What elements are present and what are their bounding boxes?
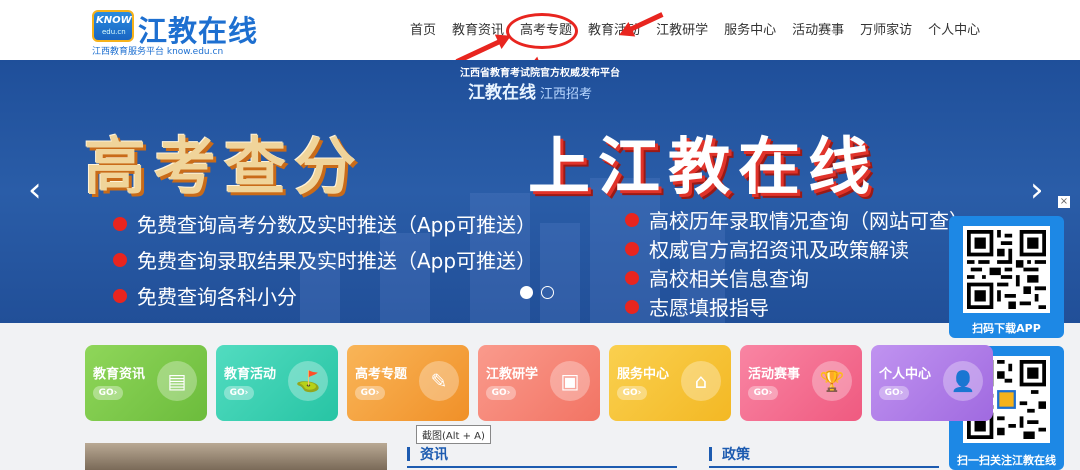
qr-code-app-icon (963, 226, 1050, 313)
section-news-label: 资讯 (420, 447, 448, 463)
section-news-title[interactable]: 资讯 (407, 444, 448, 464)
go-button[interactable]: GO› (748, 386, 778, 400)
nav-service-center[interactable]: 服务中心 (716, 20, 784, 42)
main-nav: 首页 教育资讯 高考专题 教育活动 江教研学 服务中心 活动赛事 万师家访 个人… (402, 20, 988, 42)
site-logo[interactable]: KNOW edu.cn 江教在线 江西教育服务平台 know.edu.cn (92, 10, 262, 57)
bullet-dot-icon (113, 216, 127, 231)
nav-study-tour[interactable]: 江教研学 (648, 20, 716, 42)
go-button[interactable]: GO› (93, 386, 123, 400)
nav-personal-center[interactable]: 个人中心 (920, 20, 988, 42)
section-policy-title[interactable]: 政策 (709, 444, 750, 464)
banner-top-line: 江西省教育考试院官方权威发布平台 (460, 68, 620, 79)
bullet-text: 高校相关信息查询 (649, 267, 809, 291)
logo-subtitle: 江西教育服务平台 know.edu.cn (92, 47, 224, 57)
bullet-text: 免费查询录取结果及实时推送（App可推送） (137, 249, 537, 273)
carousel-dot-2[interactable] (541, 286, 554, 299)
screenshot-tooltip: 截图(Alt + A) (416, 425, 491, 444)
bullet-item: 免费查询录取结果及实时推送（App可推送） (113, 245, 536, 274)
tile-personal-center[interactable]: 个人中心 GO› 👤 (871, 345, 993, 421)
tile-title: 教育活动 (224, 367, 277, 382)
tile-gaokao-topic[interactable]: 高考专题 GO› ✎ (347, 345, 469, 421)
bullet-dot-icon (625, 212, 639, 227)
trophy-icon: 🏆 (812, 361, 852, 401)
tile-study-tour[interactable]: 江教研学 GO› ▣ (478, 345, 600, 421)
bullet-text: 志愿填报指导 (649, 296, 769, 320)
section-policy-label: 政策 (722, 447, 750, 463)
banner-logo-sub: 江西招考 (540, 87, 593, 102)
bullet-dot-icon (625, 241, 639, 256)
tile-education-activities[interactable]: 教育活动 GO› ⛳ (216, 345, 338, 421)
tile-education-news[interactable]: 教育资讯 GO› ▤ (85, 345, 207, 421)
category-tiles: 教育资讯 GO› ▤ 教育活动 GO› ⛳ 高考专题 GO› ✎ 江教研学 GO… (85, 345, 993, 421)
hero-banner[interactable]: 江西省教育考试院官方权威发布平台 江教在线 江西招考 高考查分 上江教在线 免费查… (0, 60, 1080, 323)
headline-left: 高考查分 (84, 130, 365, 203)
tile-service-center[interactable]: 服务中心 GO› ⌂ (609, 345, 731, 421)
suitcase-icon: ▣ (550, 361, 590, 401)
pencil-paper-icon: ✎ (419, 361, 459, 401)
bullet-dot-icon (625, 270, 639, 285)
section-news-underline (407, 466, 677, 468)
news-image[interactable] (85, 443, 387, 470)
tile-title: 江教研学 (486, 367, 539, 382)
bullet-text: 权威官方高招资讯及政策解读 (649, 238, 909, 262)
bullet-dot-icon (113, 252, 127, 267)
go-button[interactable]: GO› (879, 386, 909, 400)
bullet-item: 高校历年录取情况查询（网站可查） (625, 205, 969, 234)
tile-title: 高考专题 (355, 367, 408, 382)
go-button[interactable]: GO› (224, 386, 254, 400)
tile-title: 活动赛事 (748, 367, 801, 382)
bullet-item: 免费查询高考分数及实时推送（App可推送） (113, 209, 536, 238)
nav-competitions[interactable]: 活动赛事 (784, 20, 852, 42)
section-bar (709, 447, 712, 461)
section-policy-underline (709, 466, 939, 468)
carousel-dot-1[interactable] (520, 286, 533, 299)
qr-app-label: 扫码下载APP (972, 322, 1041, 335)
go-button[interactable]: GO› (486, 386, 516, 400)
section-bar (407, 447, 410, 461)
badge-edu-text: edu.cn (102, 28, 126, 36)
tile-title: 个人中心 (879, 367, 932, 382)
tile-competitions[interactable]: 活动赛事 GO› 🏆 (740, 345, 862, 421)
carousel-dots (520, 286, 554, 299)
bullet-item: 高校相关信息查询 (625, 263, 969, 292)
bullet-text: 免费查询高考分数及实时推送（App可推送） (137, 213, 537, 237)
bullet-dot-icon (625, 299, 639, 314)
site-header: KNOW edu.cn 江教在线 江西教育服务平台 know.edu.cn 首页… (0, 0, 1080, 60)
nav-home-visits[interactable]: 万师家访 (852, 20, 920, 42)
know-badge-icon: KNOW edu.cn (92, 10, 134, 42)
nav-home[interactable]: 首页 (402, 20, 444, 42)
qr-app-panel: 扫码下载APP (949, 216, 1064, 338)
bullet-item: 志愿填报指导 (625, 292, 969, 321)
golf-flag-icon: ⛳ (288, 361, 328, 401)
bullet-dot-icon (113, 288, 127, 303)
badge-know-text: KNOW (96, 15, 132, 26)
qr-follow-label: 扫一扫关注江教在线 (957, 454, 1056, 467)
heart-house-icon: ⌂ (681, 361, 721, 401)
headline-right: 上江教在线 (528, 130, 879, 203)
banner-logo-name: 江教在线 (468, 83, 536, 103)
tile-title: 服务中心 (617, 367, 670, 382)
bullet-text: 免费查询各科小分 (137, 285, 297, 309)
carousel-prev-icon[interactable]: ‹ (28, 170, 42, 210)
go-button[interactable]: GO› (617, 386, 647, 400)
go-button[interactable]: GO› (355, 386, 385, 400)
bullet-text: 高校历年录取情况查询（网站可查） (649, 209, 969, 233)
bullet-item: 权威官方高招资讯及政策解读 (625, 234, 969, 263)
highlight-circle (506, 13, 578, 49)
bullets-left: 免费查询高考分数及实时推送（App可推送） 免费查询录取结果及实时推送（App可… (113, 209, 536, 310)
bullet-item: 免费查询各科小分 (113, 281, 536, 310)
carousel-next-icon[interactable]: › (1030, 170, 1044, 210)
qr-close-icon[interactable]: × (1058, 196, 1070, 208)
bullets-right: 高校历年录取情况查询（网站可查） 权威官方高招资讯及政策解读 高校相关信息查询 … (625, 205, 969, 321)
user-icon: 👤 (943, 361, 983, 401)
page: KNOW edu.cn 江教在线 江西教育服务平台 know.edu.cn 首页… (0, 0, 1080, 470)
tile-title: 教育资讯 (93, 367, 146, 382)
news-board-icon: ▤ (157, 361, 197, 401)
banner-logo: 江教在线 江西招考 (468, 78, 592, 103)
